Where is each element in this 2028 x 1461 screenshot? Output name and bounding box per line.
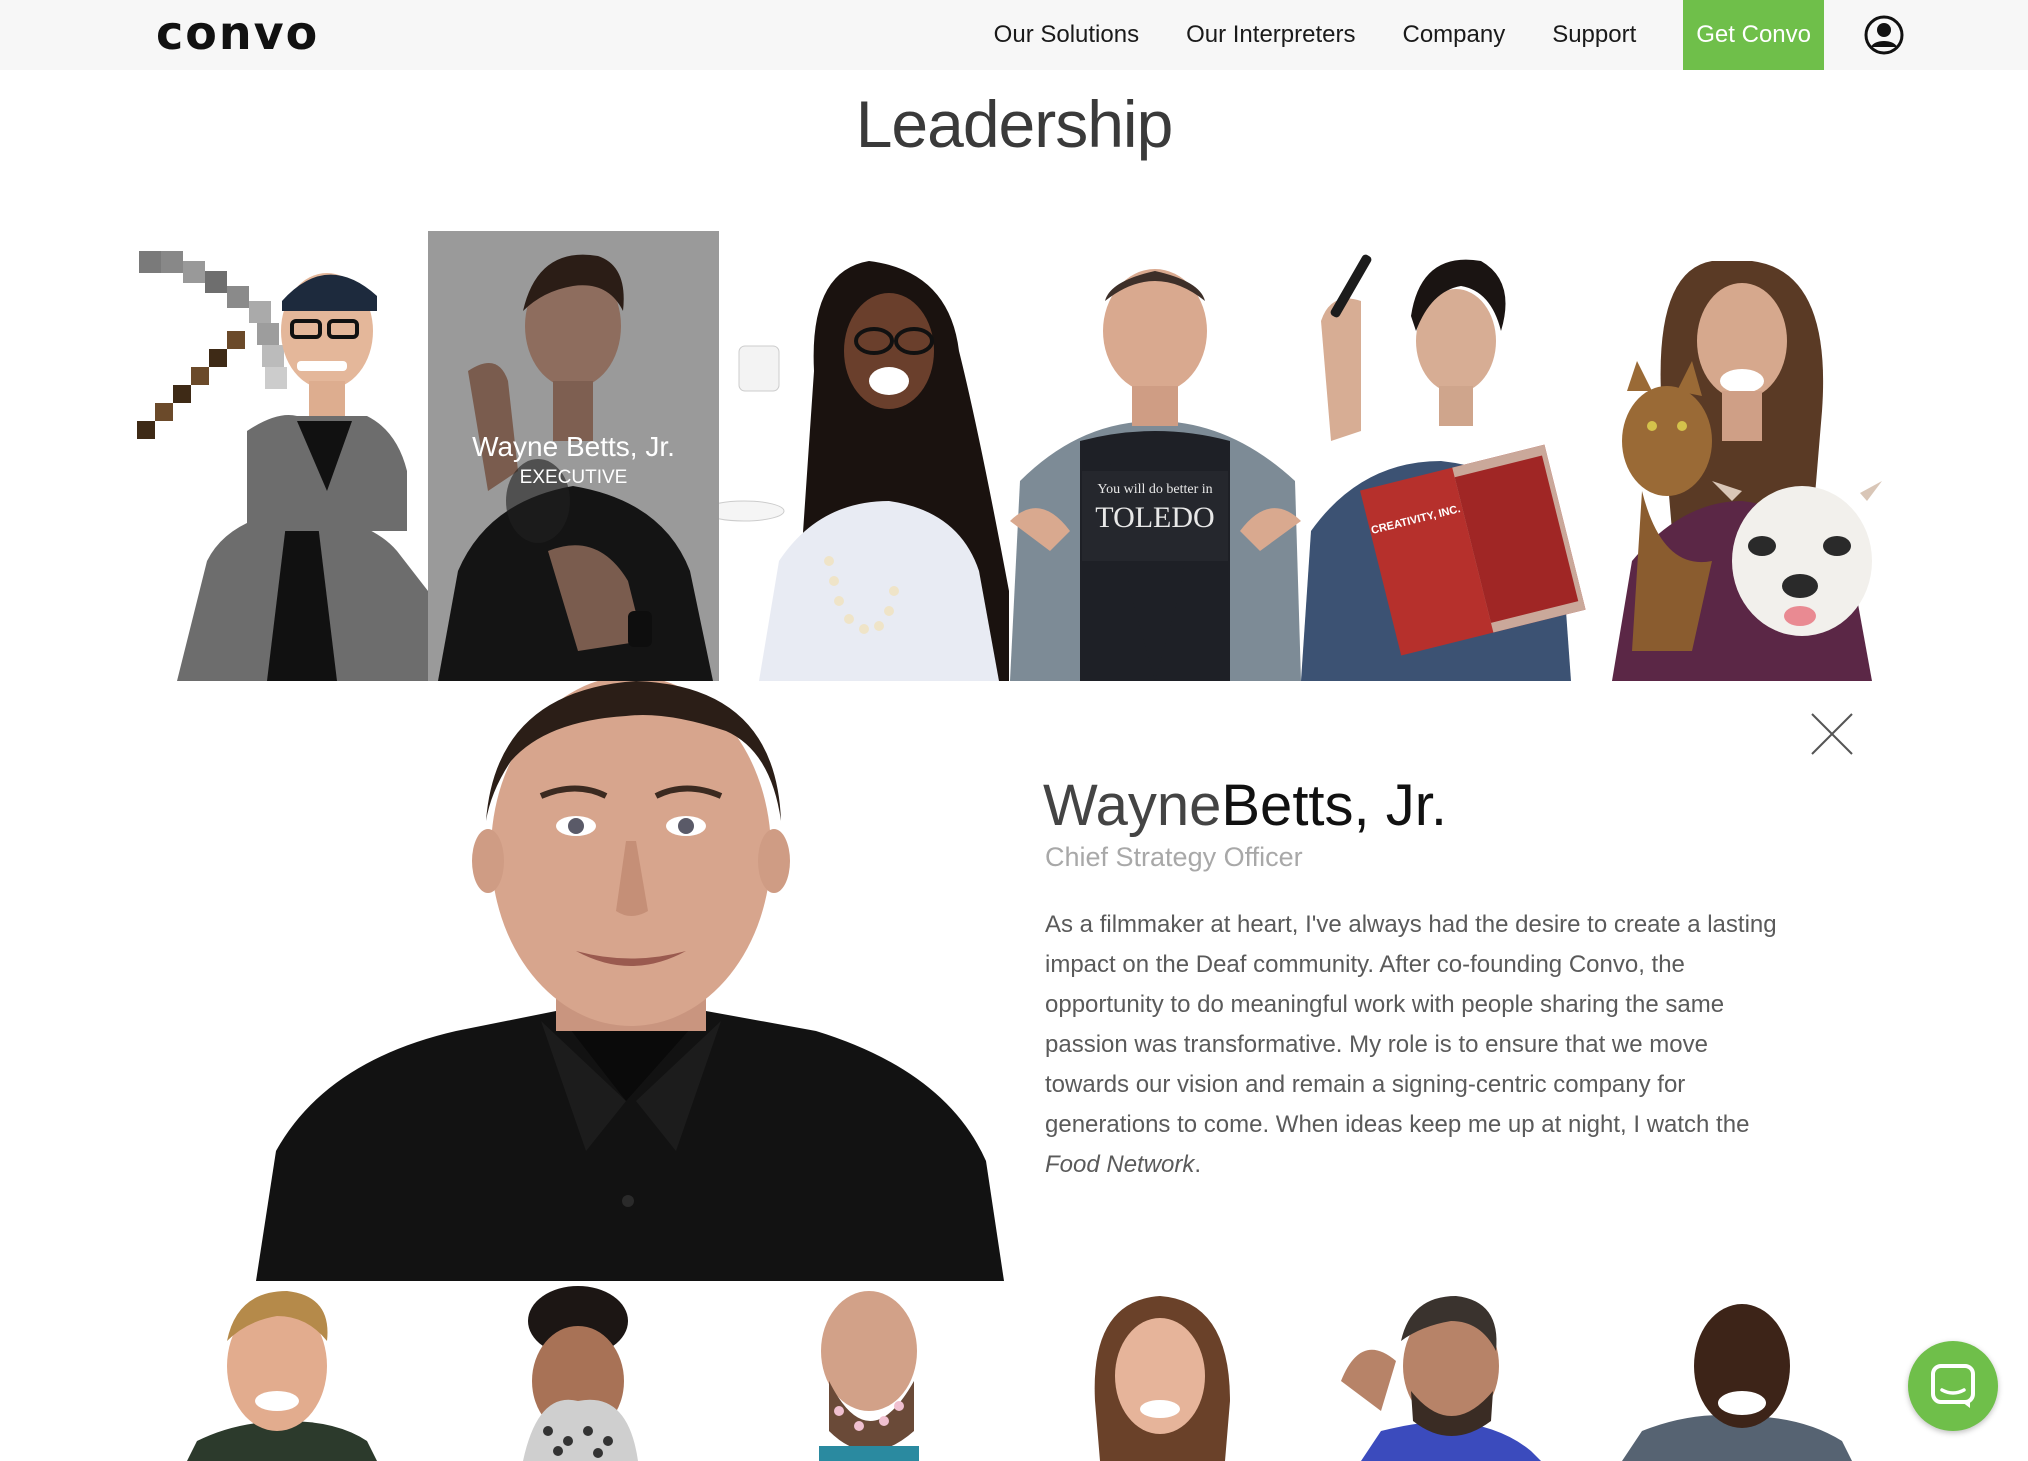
leader-tile-9[interactable] — [719, 1281, 1010, 1461]
nav-our-interpreters[interactable]: Our Interpreters — [1186, 21, 1355, 49]
leadership-grid-top: Wayne Betts, Jr. EXECUTIVE You will do b… — [137, 231, 1884, 681]
leader-photo — [523, 1286, 638, 1461]
leader-tile-6[interactable] — [1592, 231, 1883, 681]
tile-role: EXECUTIVE — [519, 467, 628, 488]
leader-photo — [1622, 1304, 1852, 1461]
leader-bio: As a filmmaker at heart, I've always had… — [1045, 905, 1785, 1185]
leader-last-name: Betts, Jr. — [1221, 773, 1448, 838]
leader-tile-2-selected[interactable]: Wayne Betts, Jr. EXECUTIVE — [428, 231, 719, 681]
tile-caption: Wayne Betts, Jr. EXECUTIVE — [428, 431, 719, 489]
nav-support[interactable]: Support — [1552, 21, 1636, 49]
site-header: convo Our Solutions Our Interpreters Com… — [0, 0, 2028, 70]
leader-photo — [1341, 1296, 1541, 1461]
get-convo-button[interactable]: Get Convo — [1683, 0, 1824, 70]
leader-photo — [187, 1291, 377, 1461]
leader-photo — [137, 251, 428, 681]
main-nav: Our Solutions Our Interpreters Company S… — [994, 0, 2028, 70]
leader-bio-italic: Food Network — [1045, 1151, 1195, 1178]
leader-photo — [719, 261, 1009, 681]
leadership-grid-bottom — [137, 1281, 1884, 1461]
leader-name: WayneBetts, Jr. — [1043, 772, 1447, 839]
detail-portrait-photo — [256, 681, 1004, 1281]
nav-our-solutions[interactable]: Our Solutions — [994, 21, 1139, 49]
nav-company[interactable]: Company — [1402, 21, 1505, 49]
shirt-text-line1: You will do better in — [1097, 482, 1212, 497]
leader-bio-end: . — [1194, 1151, 1202, 1178]
leader-tile-12[interactable] — [1592, 1281, 1883, 1461]
leader-tile-1[interactable] — [137, 231, 428, 681]
leader-tile-8[interactable] — [428, 1281, 719, 1461]
user-circle-icon[interactable] — [1864, 15, 1904, 55]
leader-tile-10[interactable] — [1010, 1281, 1301, 1461]
leader-photo: CREATIVITY, INC. — [1301, 254, 1586, 681]
leader-tile-3[interactable] — [719, 231, 1010, 681]
leader-tile-11[interactable] — [1301, 1281, 1592, 1461]
shirt-text-line2: TOLEDO — [1095, 501, 1214, 534]
leader-tile-4[interactable]: You will do better in TOLEDO — [1010, 231, 1301, 681]
leader-photo — [1094, 1296, 1230, 1461]
chat-icon — [1931, 1364, 1975, 1408]
page-title: Leadership — [855, 87, 1174, 161]
convo-logo[interactable]: convo — [156, 6, 319, 60]
leader-first-name: Wayne — [1043, 773, 1222, 838]
chat-button[interactable] — [1908, 1341, 1998, 1431]
leader-title: Chief Strategy Officer — [1045, 842, 1303, 872]
leader-tile-7[interactable] — [137, 1281, 428, 1461]
leader-photo: You will do better in TOLEDO — [1010, 269, 1301, 681]
leader-photo — [1612, 261, 1882, 681]
leader-tile-5[interactable]: CREATIVITY, INC. — [1301, 231, 1592, 681]
tile-name: Wayne Betts, Jr. — [472, 431, 675, 462]
leader-photo — [819, 1291, 919, 1461]
leader-bio-text: As a filmmaker at heart, I've always had… — [1045, 911, 1777, 1138]
close-icon[interactable] — [1808, 710, 1856, 758]
